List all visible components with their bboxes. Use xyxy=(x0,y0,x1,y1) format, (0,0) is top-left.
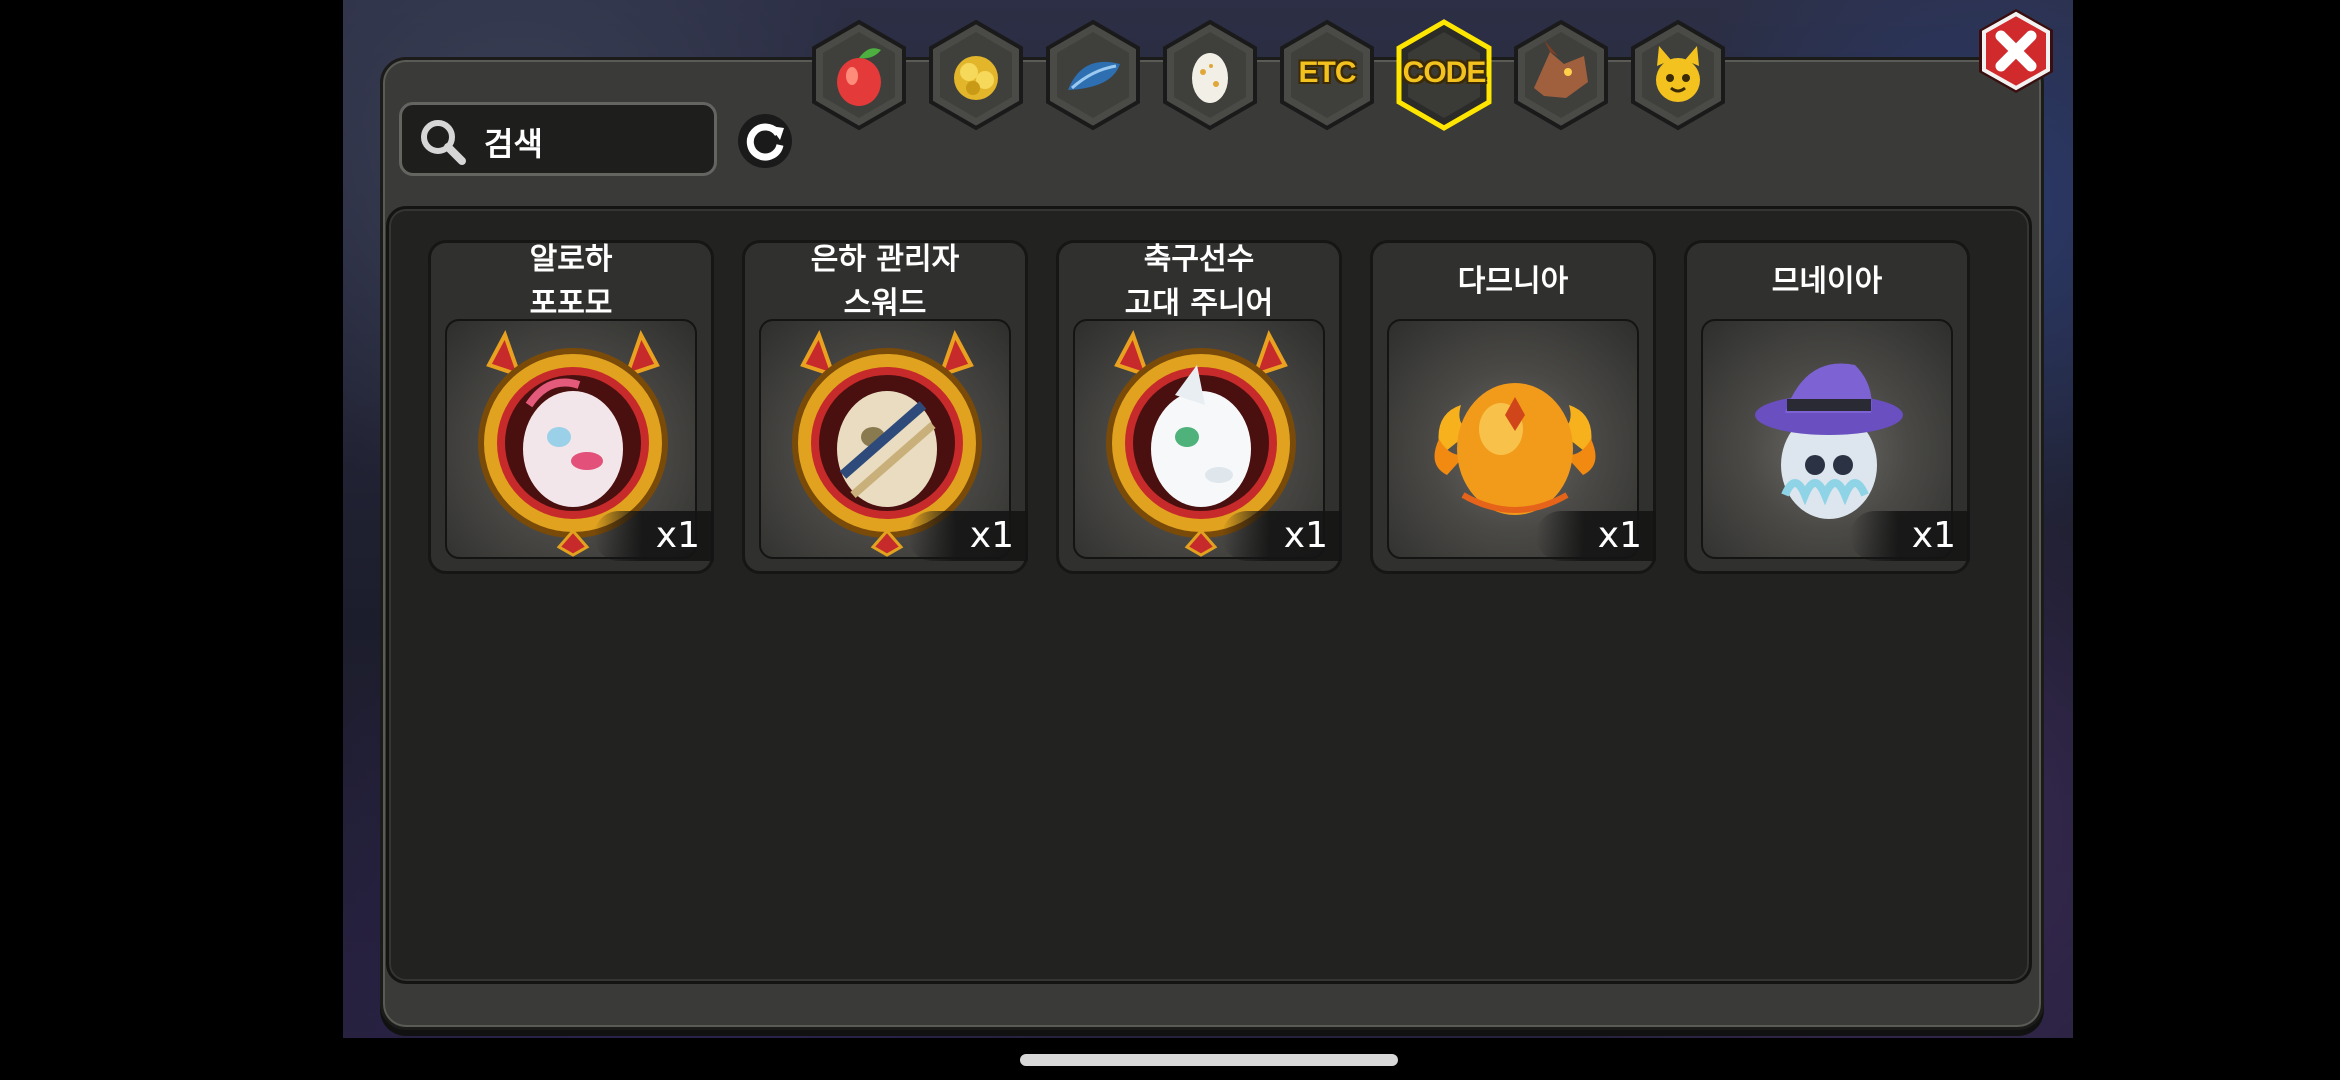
item-card[interactable]: 은하 관리자 스워드 x1 xyxy=(742,240,1028,574)
feather-icon xyxy=(1046,19,1140,131)
item-name: 다므니아 xyxy=(1457,264,1569,299)
egg-icon xyxy=(1163,19,1257,131)
fruit-icon xyxy=(812,19,906,131)
refresh-button[interactable] xyxy=(736,112,794,170)
item-name: 은하 관리자 스워드 xyxy=(810,242,960,321)
search-label: 검색 xyxy=(484,125,543,163)
dragon-head-icon xyxy=(1514,19,1608,131)
tab-cat[interactable] xyxy=(1627,18,1729,132)
refresh-icon xyxy=(738,114,792,168)
tab-code[interactable]: CODE xyxy=(1393,18,1495,132)
close-icon xyxy=(1979,9,2053,93)
item-card[interactable]: 알로하 포포모 x1 xyxy=(428,240,714,574)
item-name: 므네이아 xyxy=(1771,264,1883,299)
tab-fruit[interactable] xyxy=(808,18,910,132)
item-name: 축구선수 고대 주니어 xyxy=(1124,242,1274,321)
tab-label: ETC xyxy=(1298,56,1357,89)
item-card[interactable]: 므네이아 x1 xyxy=(1684,240,1970,574)
item-quantity: x1 xyxy=(1850,511,1970,561)
tab-feather[interactable] xyxy=(1042,18,1144,132)
item-quantity: x1 xyxy=(1536,511,1656,561)
item-quantity: x1 xyxy=(594,511,714,561)
item-quantity: x1 xyxy=(908,511,1028,561)
item-quantity: x1 xyxy=(1222,511,1342,561)
search-icon xyxy=(421,120,466,165)
item-card[interactable]: 다므니아 x1 xyxy=(1370,240,1656,574)
item-card[interactable]: 축구선수 고대 주니어 x1 xyxy=(1056,240,1342,574)
tab-etc[interactable]: ETC xyxy=(1276,18,1378,132)
home-indicator[interactable] xyxy=(1020,1054,1398,1066)
tab-egg[interactable] xyxy=(1159,18,1261,132)
cat-face-icon xyxy=(1631,19,1725,131)
tab-gold[interactable] xyxy=(925,18,1027,132)
gold-coin-icon xyxy=(929,19,1023,131)
tab-label: CODE xyxy=(1402,56,1487,89)
close-button[interactable] xyxy=(1973,6,2059,96)
item-name: 알로하 포포모 xyxy=(529,242,613,321)
tab-dragon[interactable] xyxy=(1510,18,1612,132)
search-input[interactable]: 검색 xyxy=(399,102,717,176)
